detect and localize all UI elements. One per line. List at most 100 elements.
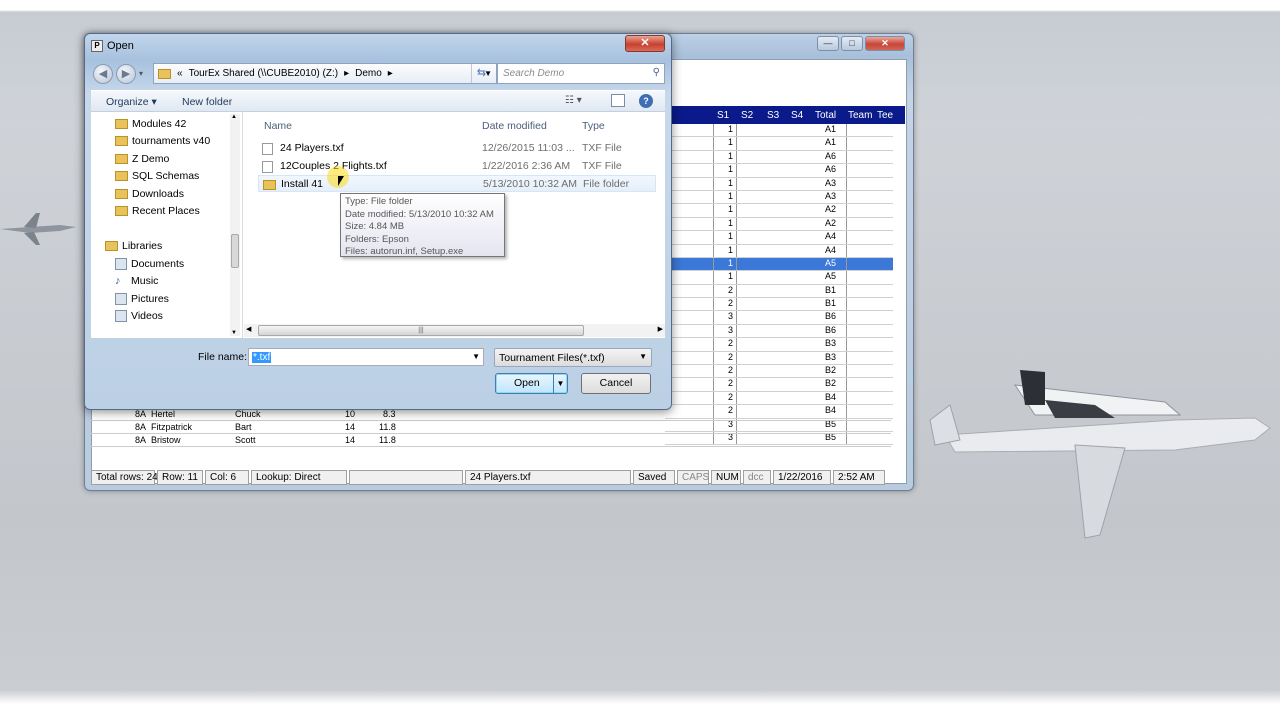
grid-row[interactable]: 1 A2 (665, 217, 893, 232)
hdcp-cell: 14 (345, 435, 356, 445)
horizontal-scrollbar-thumb[interactable]: ||| (258, 325, 584, 336)
address-segment-demo[interactable]: Demo (355, 68, 382, 79)
grid-row[interactable]: 2 B3 (665, 338, 893, 352)
team-cell: A2 (815, 217, 847, 231)
dialog-close-button[interactable]: ✕ (625, 35, 665, 52)
status-num: NUM (711, 469, 741, 485)
scroll-up-icon[interactable]: ▲ (231, 114, 237, 120)
cancel-button[interactable]: Cancel (581, 373, 651, 394)
grid-row[interactable]: 1 A4 (665, 244, 893, 258)
nav-item-downloads[interactable]: Downloads (115, 186, 184, 202)
grid-row[interactable]: 3 B6 (665, 311, 893, 325)
grid-row[interactable]: 1 A5 (665, 257, 893, 272)
scroll-right-icon[interactable]: ▶ (658, 325, 663, 333)
team-cell: B6 (815, 324, 847, 338)
grid-row[interactable]: 1 A2 (665, 204, 893, 218)
column-header-type[interactable]: Type (582, 120, 605, 132)
grid-col-team[interactable]: Team (848, 110, 872, 121)
grid-col-tee[interactable]: Tee (877, 110, 893, 121)
grid-col-s1[interactable]: S1 (717, 110, 729, 121)
address-separator[interactable]: ▸ (388, 68, 393, 79)
flight-cell: 8A (135, 422, 147, 432)
music-icon: ♪ (115, 275, 121, 287)
preview-pane-icon[interactable] (611, 94, 625, 107)
file-name-input[interactable]: *.txf ▼ (248, 348, 484, 366)
back-arrow-icon[interactable]: ◀ (93, 64, 113, 84)
grid-row[interactable]: 2 B4 (665, 391, 893, 406)
team-cell: A6 (815, 164, 847, 177)
scroll-down-icon[interactable]: ▼ (231, 330, 237, 336)
nav-scrollbar-thumb[interactable] (231, 234, 239, 268)
grid-row[interactable]: 1 A4 (665, 231, 893, 245)
nav-scrollbar[interactable]: ▲ ▼ (230, 114, 240, 336)
status-dcc: dcc (743, 469, 771, 485)
nav-item-libraries[interactable]: Libraries (105, 238, 162, 254)
grid-row[interactable]: 1 A3 (665, 190, 893, 205)
new-folder-button[interactable]: New folder (182, 96, 232, 108)
grid-row[interactable]: 2 B1 (665, 284, 893, 299)
column-header-date[interactable]: Date modified (482, 120, 547, 132)
nav-label: Documents (131, 258, 185, 270)
shuttle-carrier-plane-image (929, 370, 1271, 539)
search-input[interactable]: Search Demo ⚲ (497, 63, 665, 84)
grid-row[interactable]: 3 B6 (665, 324, 893, 339)
file-name-dropdown-icon[interactable]: ▼ (472, 352, 480, 361)
app-close-button[interactable]: ✕ (865, 36, 905, 51)
scroll-left-icon[interactable]: ◀ (246, 325, 251, 333)
nav-item-documents[interactable]: Documents (115, 256, 184, 272)
grid-row[interactable]: 2 B2 (665, 365, 893, 379)
nav-item-music[interactable]: ♪ Music (115, 273, 158, 289)
minimize-button[interactable]: — (817, 36, 839, 51)
app-icon: P (91, 40, 103, 52)
address-prefix[interactable]: « (177, 68, 183, 79)
nav-item-tournaments-v40[interactable]: tournaments v40 (115, 133, 210, 149)
grid-row[interactable]: 1 A1 (665, 137, 893, 151)
grid-row[interactable]: 1 A1 (665, 124, 893, 138)
file-type-select[interactable]: Tournament Files(*.txf) ▼ (494, 348, 652, 367)
grid-col-s2[interactable]: S2 (741, 110, 753, 121)
organize-menu[interactable]: Organize ▾ (106, 96, 157, 108)
folder-icon (115, 171, 128, 181)
file-date: 1/22/2016 2:36 AM (482, 160, 571, 172)
file-row-install-41[interactable]: Install 41 5/13/2010 10:32 AM File folde… (258, 175, 656, 192)
nav-item-z-demo[interactable]: Z Demo (115, 151, 169, 167)
table-row[interactable]: 8A Bristow Scott 14 11.8 (91, 434, 891, 447)
open-button[interactable]: Open ▼ (495, 373, 568, 394)
nav-item-pictures[interactable]: Pictures (115, 291, 169, 307)
nav-item-sql-schemas[interactable]: SQL Schemas (115, 168, 199, 184)
grid-col-s4[interactable]: S4 (791, 110, 803, 121)
address-bar[interactable]: « TourEx Shared (\\CUBE2010) (Z:) ▸ Demo… (153, 63, 497, 84)
help-icon[interactable]: ? (639, 94, 653, 108)
file-row-24-players[interactable]: 24 Players.txf 12/26/2015 11:03 ... TXF … (258, 140, 656, 157)
file-row-12couples[interactable]: 12Couples 2 Flights.txf 1/22/2016 2:36 A… (258, 158, 656, 175)
folder-icon (263, 180, 276, 190)
grid-col-s3[interactable]: S3 (767, 110, 779, 121)
open-split-dropdown-icon[interactable]: ▼ (553, 374, 567, 393)
grid-row[interactable]: 1 A5 (665, 271, 893, 285)
nav-item-videos[interactable]: Videos (115, 308, 163, 324)
grid-row[interactable]: 1 A6 (665, 164, 893, 178)
grid-row[interactable]: 2 B3 (665, 351, 893, 366)
grid-row[interactable]: 2 B2 (665, 378, 893, 392)
grid-row[interactable]: 1 A3 (665, 177, 893, 191)
address-segment-drive[interactable]: TourEx Shared (\\CUBE2010) (Z:) (189, 68, 339, 79)
recent-dropdown-icon[interactable]: ▾ (139, 69, 143, 78)
grid-row[interactable]: 1 A6 (665, 150, 893, 165)
forward-arrow-icon[interactable]: ▶ (116, 64, 136, 84)
file-type: TXF File (582, 142, 622, 154)
view-options-icon[interactable]: ☷ ▾ (565, 95, 582, 106)
address-separator[interactable]: ▸ (344, 68, 349, 79)
grid-row[interactable]: 2 B1 (665, 298, 893, 312)
column-header-name[interactable]: Name (264, 120, 292, 132)
team-cell: A1 (815, 124, 847, 137)
nav-item-modules-42[interactable]: Modules 42 (115, 116, 186, 132)
refresh-icon[interactable]: ⇆ (471, 64, 491, 83)
status-caps: CAPS (677, 469, 709, 485)
maximize-button[interactable]: □ (841, 36, 863, 51)
s1-cell: 1 (713, 190, 737, 204)
nav-item-recent-places[interactable]: Recent Places (115, 203, 200, 219)
folder-icon (115, 136, 128, 146)
horizontal-scrollbar[interactable]: ◀ ||| ▶ (244, 324, 665, 337)
grid-col-total[interactable]: Total (815, 110, 836, 121)
table-row[interactable]: 8A Fitzpatrick Bart 14 11.8 (91, 421, 891, 434)
